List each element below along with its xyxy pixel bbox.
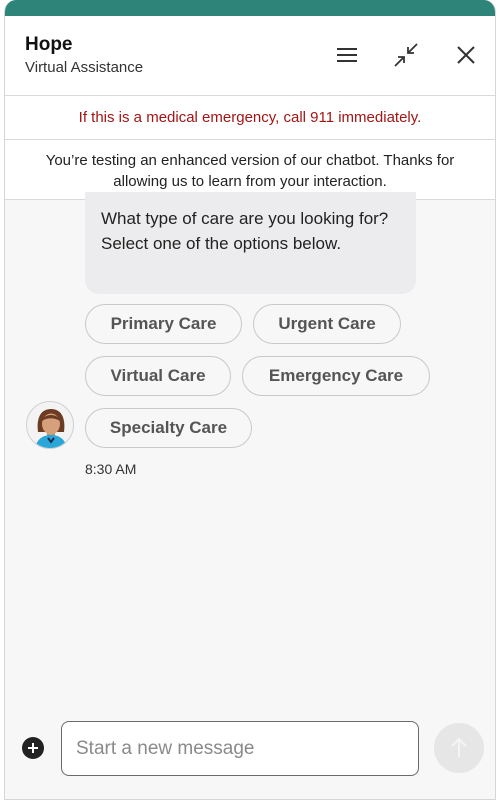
option-primary-care[interactable]: Primary Care <box>85 304 242 344</box>
assistant-avatar <box>26 401 74 449</box>
top-accent-bar <box>5 0 495 16</box>
option-specialty-care[interactable]: Specialty Care <box>85 408 252 448</box>
arrow-up-icon <box>451 737 467 757</box>
option-emergency-care[interactable]: Emergency Care <box>242 356 430 396</box>
bot-message-bubble: What type of care are you looking for? S… <box>85 192 416 294</box>
minimize-button[interactable] <box>391 40 421 70</box>
close-button[interactable] <box>451 40 481 70</box>
add-attachment-button[interactable] <box>22 737 44 759</box>
assistant-subtitle: Virtual Assistance <box>25 59 144 76</box>
chat-window: Hope Virtual Assistance If this is a med… <box>4 0 496 800</box>
message-input[interactable] <box>61 721 419 776</box>
beta-notice: You’re testing an enhanced version of ou… <box>5 140 495 200</box>
minimize-arrows-icon <box>394 43 418 67</box>
send-button[interactable] <box>434 723 484 773</box>
close-icon <box>457 46 475 64</box>
chat-header: Hope Virtual Assistance <box>5 16 495 96</box>
assistant-name: Hope <box>25 34 73 55</box>
plus-icon <box>28 743 38 753</box>
assistant-avatar-illustration <box>35 409 67 448</box>
option-virtual-care[interactable]: Virtual Care <box>85 356 231 396</box>
emergency-banner: If this is a medical emergency, call 911… <box>5 96 495 140</box>
hamburger-menu-icon <box>337 48 357 62</box>
message-timestamp: 8:30 AM <box>85 461 137 477</box>
option-urgent-care[interactable]: Urgent Care <box>253 304 401 344</box>
menu-button[interactable] <box>332 40 362 70</box>
